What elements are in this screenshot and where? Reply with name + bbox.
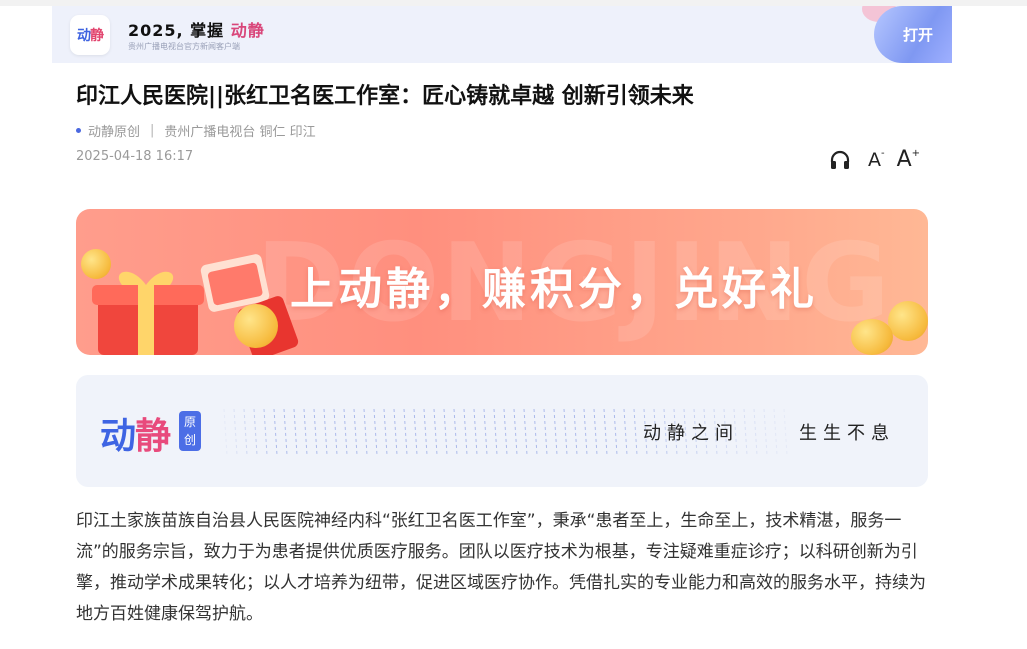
decorative-line bbox=[623, 408, 628, 456]
decorative-line bbox=[563, 408, 568, 456]
decorative-line bbox=[403, 408, 408, 456]
open-app-button[interactable]: 打开 bbox=[874, 6, 952, 63]
decorative-line bbox=[383, 408, 388, 456]
coin-icon bbox=[81, 249, 111, 279]
decorative-line bbox=[263, 408, 268, 456]
coin-icon bbox=[234, 304, 278, 348]
decorative-line bbox=[613, 408, 618, 456]
publish-date: 2025-04-18 16:17 bbox=[76, 149, 194, 164]
decorative-line bbox=[283, 408, 288, 456]
app-download-banner[interactable]: 动静 2025, 掌握 动静 贵州广播电视台官方新闻客户端 打开 bbox=[52, 6, 952, 63]
decorative-line bbox=[353, 408, 358, 456]
decorative-line bbox=[483, 408, 488, 456]
brand-logo: 动静 bbox=[100, 416, 171, 457]
decorative-line bbox=[523, 408, 528, 456]
decorative-line bbox=[373, 408, 378, 456]
decorative-line bbox=[583, 408, 588, 456]
decorative-line bbox=[503, 408, 508, 456]
decorative-line bbox=[303, 408, 308, 456]
decorative-line bbox=[363, 408, 368, 456]
decorative-line bbox=[513, 408, 518, 456]
decorative-line bbox=[253, 408, 258, 456]
coin-icon bbox=[888, 301, 928, 341]
decorative-line bbox=[443, 408, 448, 456]
brand-motto-1: 动静之间 bbox=[643, 423, 739, 444]
decorative-line bbox=[223, 408, 228, 456]
meta-separator: | bbox=[150, 123, 155, 138]
decorative-line bbox=[323, 408, 328, 456]
decorative-line bbox=[493, 408, 498, 456]
decorative-line bbox=[453, 408, 458, 456]
decorative-line bbox=[313, 408, 318, 456]
decorative-line bbox=[233, 408, 238, 456]
app-slogan-brand: 动静 bbox=[230, 21, 265, 40]
source-tag[interactable]: 动静原创 bbox=[88, 121, 140, 140]
decorative-line bbox=[413, 408, 418, 456]
decorative-line bbox=[783, 408, 788, 456]
original-tag: 原创 bbox=[179, 411, 201, 451]
decorative-line bbox=[573, 408, 578, 456]
decorative-line bbox=[743, 408, 748, 456]
decorative-line bbox=[753, 408, 758, 456]
article-page: 动静 2025, 掌握 动静 贵州广播电视台官方新闻客户端 打开 印江人民医院|… bbox=[52, 6, 952, 649]
article-toolbar: A- A + bbox=[828, 147, 932, 172]
source-dot-icon bbox=[76, 128, 81, 133]
decorative-line bbox=[603, 408, 608, 456]
decorative-line bbox=[463, 408, 468, 456]
font-increase-icon[interactable]: A + bbox=[897, 147, 920, 172]
decorative-line bbox=[593, 408, 598, 456]
decorative-line bbox=[473, 408, 478, 456]
article-meta: 动静原创 | 贵州广播电视台 铜仁 印江 bbox=[76, 121, 316, 140]
app-subtitle: 贵州广播电视台官方新闻客户端 bbox=[128, 42, 240, 51]
decorative-line bbox=[553, 408, 558, 456]
decorative-line bbox=[243, 408, 248, 456]
decorative-line bbox=[423, 408, 428, 456]
decorative-line bbox=[393, 408, 398, 456]
decorative-line bbox=[533, 408, 538, 456]
decorative-line bbox=[273, 408, 278, 456]
decorative-line bbox=[633, 408, 638, 456]
article-paragraph: 印江土家族苗族自治县人民医院神经内科“张红卫名医工作室”，秉承“患者至上，生命至… bbox=[76, 511, 926, 624]
decorative-line bbox=[333, 408, 338, 456]
decorative-line bbox=[293, 408, 298, 456]
brand-motto-2: 生生不息 bbox=[799, 423, 895, 444]
decorative-line bbox=[433, 408, 438, 456]
font-decrease-icon[interactable]: A- bbox=[868, 148, 885, 171]
headphones-icon[interactable] bbox=[828, 148, 852, 172]
app-logo: 动静 bbox=[70, 15, 110, 55]
coin-icon bbox=[851, 319, 893, 355]
decorative-line bbox=[343, 408, 348, 456]
decorative-line bbox=[773, 408, 778, 456]
decorative-line bbox=[543, 408, 548, 456]
promo-banner[interactable]: DONGJING 上动静，赚积分，兑好礼 bbox=[76, 209, 928, 355]
app-slogan: 2025, 掌握 动静 bbox=[128, 21, 265, 40]
brand-card: 动静 原创 动静之间 生生不息 bbox=[76, 375, 928, 487]
article-title: 印江人民医院||张红卫名医工作室：匠心铸就卓越 创新引领未来 bbox=[76, 84, 694, 109]
source-detail: 贵州广播电视台 铜仁 印江 bbox=[164, 125, 316, 140]
decorative-line bbox=[763, 408, 768, 456]
promo-text: 上动静，赚积分，兑好礼 bbox=[290, 264, 818, 315]
